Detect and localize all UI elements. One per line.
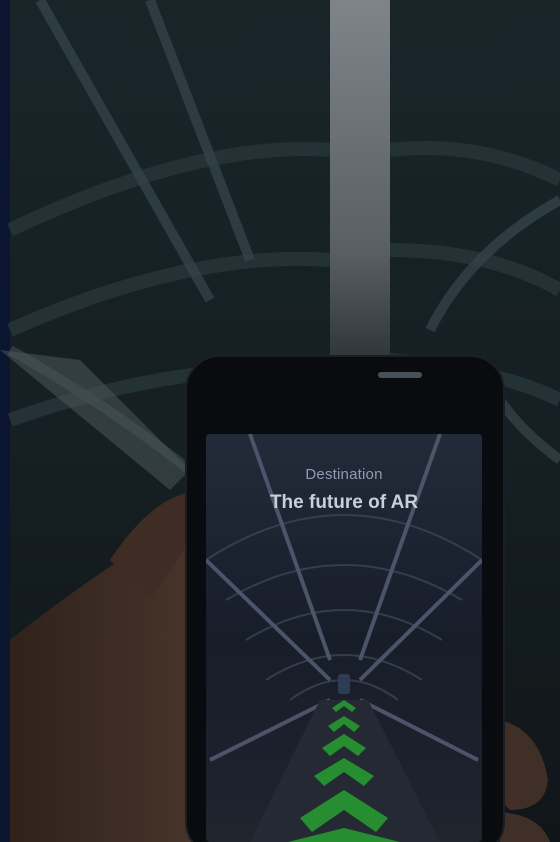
photo-scene: Destination The future of AR [0, 0, 560, 842]
screen-destination-label: Destination [305, 466, 383, 483]
dark-overlay [0, 0, 560, 842]
photo-backdrop [0, 0, 560, 842]
screen-destination-title: The future of AR [269, 492, 419, 513]
